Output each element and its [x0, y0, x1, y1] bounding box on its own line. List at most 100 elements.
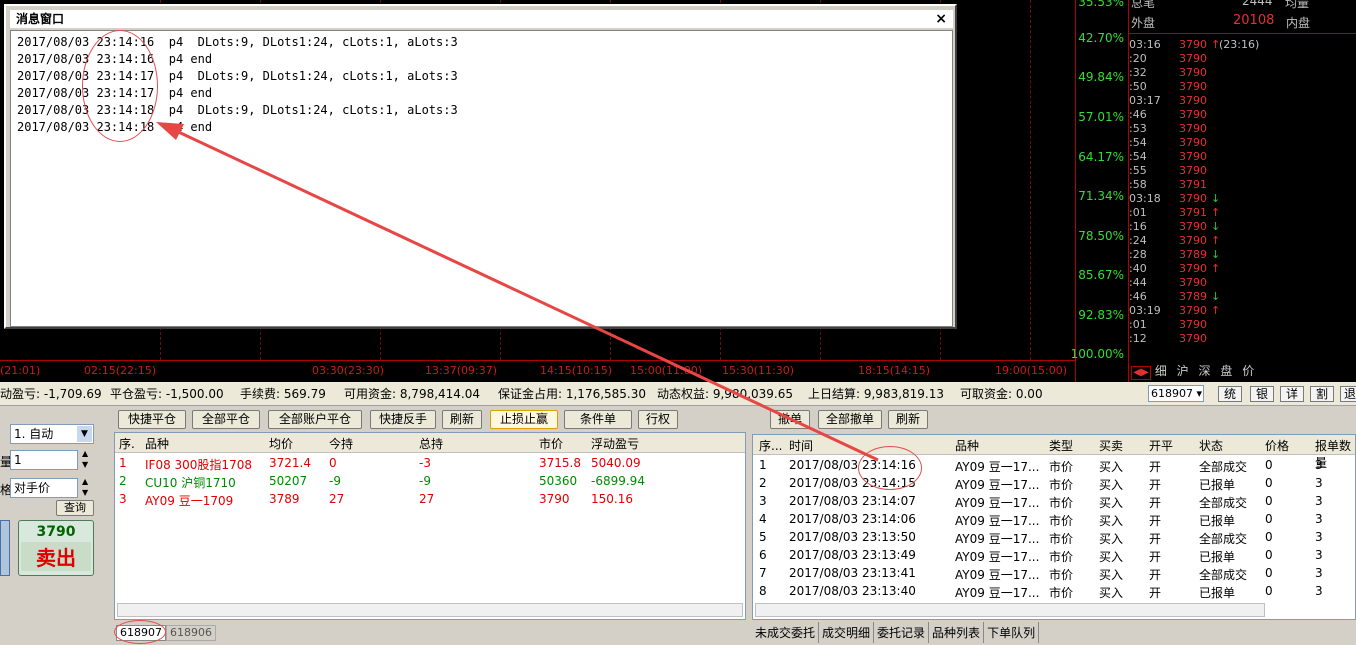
chevron-down-icon[interactable]: ▼	[77, 426, 92, 442]
close-all-button[interactable]: 全部平仓	[192, 410, 260, 429]
tab-trade-detail[interactable]: 成交明细	[819, 622, 875, 643]
exit-button[interactable]: 退	[1340, 386, 1356, 402]
col-header[interactable]: 状态	[1199, 437, 1223, 454]
tick-price: 3790	[1179, 94, 1207, 107]
table-cell: 2017/08/03 23:14:07	[789, 494, 916, 508]
tick-time: :32	[1129, 66, 1147, 79]
quote-tab[interactable]: 沪	[1177, 364, 1189, 378]
quick-close-button[interactable]: 快捷平仓	[118, 410, 186, 429]
table-cell: 市价	[1049, 532, 1074, 546]
table-cell: 7	[759, 566, 767, 580]
buy-button-partial[interactable]	[0, 520, 10, 576]
table-cell: 已报单	[1199, 550, 1236, 564]
col-header[interactable]: 序.	[119, 435, 135, 452]
pct-label: 78.50%	[1078, 229, 1124, 243]
col-header[interactable]: 品种	[145, 435, 169, 452]
col-header[interactable]: 品种	[955, 437, 979, 454]
quote-tab[interactable]: 盘	[1220, 364, 1232, 378]
tick-time: :24	[1129, 234, 1147, 247]
account-tab[interactable]: 618906	[166, 625, 216, 641]
table-cell: 2017/08/03 23:13:49	[789, 548, 916, 562]
table-cell: 买入	[1099, 460, 1124, 474]
col-header[interactable]: 价格	[1265, 437, 1289, 454]
col-header[interactable]: 开平	[1149, 437, 1173, 454]
qty-input[interactable]: 1	[10, 450, 78, 470]
annotation-ellipse	[114, 620, 166, 644]
table-row[interactable]: 2 CU10 沪铜1710 50207 -9 -9 50360 -6899.94	[115, 473, 745, 491]
tab-pending-orders[interactable]: 未成交委托	[752, 622, 820, 643]
table-row[interactable]: 8 2017/08/03 23:13:40 AY09 豆一17... 市价 买入 开 已报单…	[753, 583, 1355, 601]
table-cell: 50360	[539, 474, 578, 488]
table-row[interactable]: 6 2017/08/03 23:13:49 AY09 豆一17... 市价 买入 开 已报单…	[753, 547, 1355, 565]
col-header[interactable]: 市价	[539, 435, 563, 452]
table-row[interactable]: 3 AY09 豆一1709 3789 27 27 3790 150.16	[115, 491, 745, 509]
account-select[interactable]: 618907 ▾	[1148, 385, 1204, 402]
stop-loss-button[interactable]: 止损止赢	[490, 410, 558, 429]
tick-time: :54	[1129, 150, 1147, 163]
query-button[interactable]: 查询	[56, 500, 94, 516]
pct-label: 64.17%	[1078, 150, 1124, 164]
tick-time: :01	[1129, 318, 1147, 331]
quote-tab[interactable]: 价	[1242, 364, 1254, 378]
table-row[interactable]: 4 2017/08/03 23:14:06 AY09 豆一17... 市价 买入 开 已报单…	[753, 511, 1355, 529]
time-label: 13:37(09:37)	[425, 364, 497, 377]
bank-button[interactable]: 银	[1250, 386, 1274, 402]
scroll-arrows-icon[interactable]: ◀▶	[1131, 366, 1151, 380]
stat-button[interactable]: 统	[1218, 386, 1242, 402]
detail-button[interactable]: 详	[1280, 386, 1304, 402]
col-header[interactable]: 总持	[419, 435, 443, 452]
table-cell: 市价	[1049, 496, 1074, 510]
col-header[interactable]: 类型	[1049, 437, 1073, 454]
log-line: 2017/08/03 23:14:16 p4 DLots:9, DLots1:2…	[17, 35, 458, 49]
refresh-orders-button[interactable]: 刷新	[888, 410, 928, 429]
table-cell: 已报单	[1199, 514, 1236, 528]
table-row[interactable]: 7 2017/08/03 23:13:41 AY09 豆一17... 市价 买入 开 全部成…	[753, 565, 1355, 583]
table-row[interactable]: 1 IF08 300股指1708 3721.4 0 -3 3715.8 5040.09	[115, 455, 745, 473]
table-cell: 1	[759, 458, 767, 472]
tab-order-queue[interactable]: 下单队列	[984, 622, 1040, 643]
table-row[interactable]: 1 2017/08/03 23:14:16 AY09 豆一17... 市价 买入开全部成…	[753, 457, 1355, 475]
cancel-order-button[interactable]: 撤单	[770, 410, 810, 429]
table-cell: 买入	[1099, 514, 1124, 528]
table-cell: 3	[1315, 530, 1323, 544]
col-header[interactable]: 序...	[759, 437, 782, 454]
time-label: 15:30(11:30)	[722, 364, 794, 377]
table-cell: 3	[1315, 548, 1323, 562]
horizontal-scrollbar[interactable]	[755, 603, 1265, 617]
table-row[interactable]: 2 2017/08/03 23:14:15 AY09 豆一17... 市价 买入开已报单…	[753, 475, 1355, 493]
pct-label: 71.34%	[1078, 189, 1124, 203]
table-cell: 开	[1149, 568, 1162, 582]
quote-tab[interactable]: 细	[1155, 364, 1167, 378]
close-all-accounts-button[interactable]: 全部账户平仓	[268, 410, 362, 429]
tick-price: 3790	[1179, 38, 1207, 51]
col-header[interactable]: 今持	[329, 435, 353, 452]
order-tabs: 未成交委托 成交明细 委托记录 品种列表 下单队列	[752, 622, 1040, 643]
exercise-button[interactable]: 行权	[638, 410, 678, 429]
col-header[interactable]: 浮动盈亏	[591, 435, 639, 452]
table-row[interactable]: 5 2017/08/03 23:13:50 AY09 豆一17... 市价 买入 开 全部成…	[753, 529, 1355, 547]
quote-tab[interactable]: 深	[1199, 364, 1211, 378]
cancel-all-button[interactable]: 全部撤单	[818, 410, 882, 429]
price-input[interactable]: 对手价	[10, 478, 78, 498]
kaiping-select[interactable]: 1. 自动 ▼	[10, 424, 94, 444]
quick-reverse-button[interactable]: 快捷反手	[370, 410, 436, 429]
refresh-button[interactable]: 刷新	[442, 410, 482, 429]
message-window-titlebar[interactable]: 消息窗口 ×	[10, 10, 953, 28]
table-cell: 5	[759, 530, 767, 544]
conditional-order-button[interactable]: 条件单	[564, 410, 632, 429]
split-button[interactable]: 割	[1310, 386, 1334, 402]
close-icon[interactable]: ×	[935, 10, 947, 28]
qty-stepper[interactable]: ▲ ▼	[82, 448, 88, 470]
price-stepper[interactable]: ▲ ▼	[82, 476, 88, 498]
tick-time: :44	[1129, 276, 1147, 289]
tab-instrument-list[interactable]: 品种列表	[929, 622, 985, 643]
sell-button[interactable]: 3790 卖出	[18, 520, 94, 576]
tab-order-history[interactable]: 委托记录	[874, 622, 930, 643]
horizontal-scrollbar[interactable]	[117, 603, 743, 617]
time-label: 14:15(10:15)	[540, 364, 612, 377]
col-header[interactable]: 买卖	[1099, 437, 1123, 454]
table-row[interactable]: 3 2017/08/03 23:14:07 AY09 豆一17... 市价 买入 开 全部成…	[753, 493, 1355, 511]
tick-time: :46	[1129, 290, 1147, 303]
col-header[interactable]: 时间	[789, 437, 813, 454]
col-header[interactable]: 均价	[269, 435, 293, 452]
